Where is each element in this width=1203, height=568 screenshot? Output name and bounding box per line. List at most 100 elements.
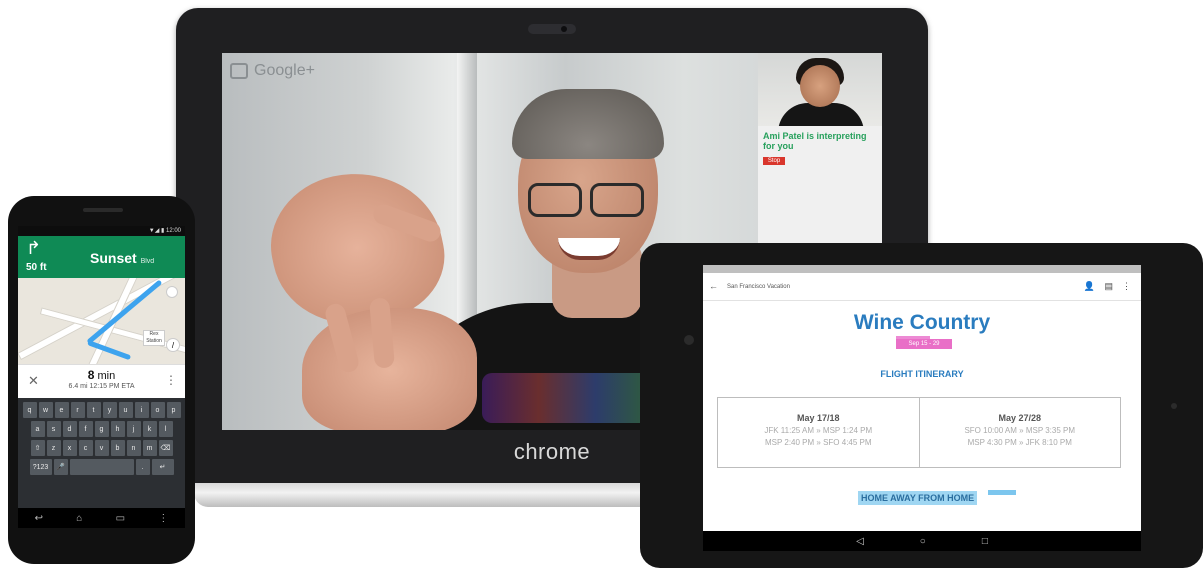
flight-leg: JFK 11:25 AM » MSP 1:24 PM [764,426,873,435]
keyboard-row: asdfghjkl [21,421,182,437]
map-view[interactable]: Rex Station / [18,278,185,364]
keyboard-key[interactable]: c [78,440,93,456]
edit-route-icon[interactable]: / [166,338,180,352]
collaborator-cursor-tag [988,490,1016,495]
keyboard-key[interactable]: f [78,421,93,437]
keyboard-key[interactable]: i [134,402,149,418]
keyboard-key[interactable]: ⌫ [158,440,173,456]
keyboard-key[interactable]: s [46,421,61,437]
keyboard-key[interactable]: k [142,421,157,437]
keyboard-key[interactable]: q [22,402,37,418]
map-place-label: Rex Station [143,330,165,346]
keyboard-row: ⇧ z x c v b n m ⌫ [21,440,182,456]
keyboard-key[interactable]: w [38,402,53,418]
keyboard-key[interactable]: g [94,421,109,437]
tablet-nav-bar: ◁ ○ □ [703,531,1141,551]
shirt-graphic [482,373,652,423]
street-name: Sunset Blvd [90,250,154,266]
keyboard-key[interactable]: 🎤 [53,459,68,475]
eta-bar: ✕ 8 min 6.4 mi 12:15 PM ETA ⋮ [18,364,185,398]
phone-nav-button[interactable]: ⋮ [158,513,168,524]
keyboard-key[interactable]: n [126,440,141,456]
street-suffix: Blvd [140,258,155,265]
flight-table: May 17/18 JFK 11:25 AM » MSP 1:24 PM MSP… [717,397,1121,468]
keyboard-key[interactable]: j [126,421,141,437]
navigation-header: ↱ 50 ft Sunset Blvd [18,236,185,278]
eta-minutes: 8 [87,368,95,382]
eta-detail: 6.4 mi 12:15 PM ETA [68,383,135,390]
flight-leg: SFO 10:00 AM » MSP 3:35 PM [964,426,1076,435]
keyboard-key[interactable]: l [158,421,173,437]
google-plus-logo: Google+ [230,59,315,83]
flight-cell[interactable]: May 17/18 JFK 11:25 AM » MSP 1:24 PM MSP… [718,398,920,467]
keyboard-key[interactable]: r [70,402,85,418]
webcam [528,24,576,34]
keyboard-key[interactable]: e [54,402,69,418]
eta-unit: min [97,370,116,382]
interpreter-message: Ami Patel is interpreting for you [763,131,867,151]
phone-speaker [83,208,123,212]
tablet-camera [684,335,694,345]
tablet-nav-button[interactable]: ◁ [856,536,864,547]
phone-nav-button[interactable]: ⌂ [76,513,82,524]
flight-date: May 27/28 [998,413,1042,423]
flight-itinerary-heading[interactable]: FLIGHT ITINERARY [703,369,1141,379]
highlighted-dates[interactable]: Sep 15 - 29 [896,339,952,349]
turn-distance: 50 ft [26,262,47,273]
eta-time: 8 min [18,368,185,382]
nexus-tablet: ← San Francisco Vacation 👤 ▤ ⋮ Wine Coun… [640,243,1203,568]
flight-date: May 17/18 [796,413,840,423]
status-bar: ▼◢ ▮ 12:00 [18,226,185,236]
keyboard-key[interactable]: v [94,440,109,456]
interpreter-panel: Ami Patel is interpreting for you Stop [758,53,882,245]
space-key[interactable] [69,459,134,475]
document-title[interactable]: Wine Country [703,311,1141,335]
tablet-screen: ← San Francisco Vacation 👤 ▤ ⋮ Wine Coun… [703,265,1141,551]
tablet-status-bar [703,265,1141,273]
keyboard-key[interactable]: p [166,402,181,418]
interpreter-face [800,65,840,107]
keyboard-row: qwertyuiop [21,402,182,418]
docs-toolbar: ← San Francisco Vacation 👤 ▤ ⋮ [703,273,1141,301]
tablet-nav-button[interactable]: ○ [920,536,926,547]
keyboard-key[interactable]: ?123 [29,459,52,475]
stop-button[interactable]: Stop [763,157,785,165]
keyboard-key[interactable]: o [150,402,165,418]
phone-nav-button[interactable]: ▭ [116,513,125,524]
flight-leg: MSP 2:40 PM » SFO 4:45 PM [764,438,872,447]
flight-leg: MSP 4:30 PM » JFK 8:10 PM [967,438,1072,447]
keyboard-key[interactable]: y [102,402,117,418]
keyboard-key[interactable]: u [118,402,133,418]
keyboard-key[interactable]: ↵ [151,459,174,475]
keyboard-key[interactable]: b [110,440,125,456]
overflow-menu-icon[interactable]: ⋮ [1122,281,1131,292]
tablet-sensor [1171,403,1177,409]
interpreter-thumbnail[interactable] [758,53,882,126]
phone-nav-button[interactable]: ↩ [35,513,43,524]
keyboard-key[interactable]: ⇧ [30,440,45,456]
flight-cell[interactable]: May 27/28 SFO 10:00 AM » MSP 3:35 PM MSP… [920,398,1121,467]
keyboard-key[interactable]: . [135,459,150,475]
keyboard-key[interactable]: m [142,440,157,456]
keyboard-key[interactable]: d [62,421,77,437]
compass-icon[interactable] [166,286,178,298]
google-plus-label: Google+ [254,62,315,79]
more-options-icon[interactable]: ⋮ [165,373,177,387]
home-away-heading[interactable]: HOME AWAY FROM HOME [858,491,978,505]
phone-screen: ▼◢ ▮ 12:00 ↱ 50 ft Sunset Blvd Rex Stati… [18,226,185,528]
tablet-nav-button[interactable]: □ [982,536,988,547]
back-arrow-icon[interactable]: ← [709,281,718,291]
person-hair [512,89,664,159]
share-person-icon[interactable]: 👤 [1084,281,1095,292]
document-name: San Francisco Vacation [727,284,790,290]
street-label: Sunset [90,250,137,266]
keyboard-key[interactable]: z [46,440,61,456]
keyboard-key[interactable]: t [86,402,101,418]
keyboard-key[interactable]: x [62,440,77,456]
on-screen-keyboard: qwertyuiop asdfghjkl ⇧ z x c v b n m ⌫ ?123 🎤. ↵ [18,398,185,508]
keyboard-key[interactable]: h [110,421,125,437]
comment-icon[interactable]: ▤ [1104,281,1113,292]
keyboard-row: ?123 🎤. ↵ [21,459,182,475]
phone-nav-bar: ↩ ⌂ ▭ ⋮ [18,508,185,528]
keyboard-key[interactable]: a [30,421,45,437]
